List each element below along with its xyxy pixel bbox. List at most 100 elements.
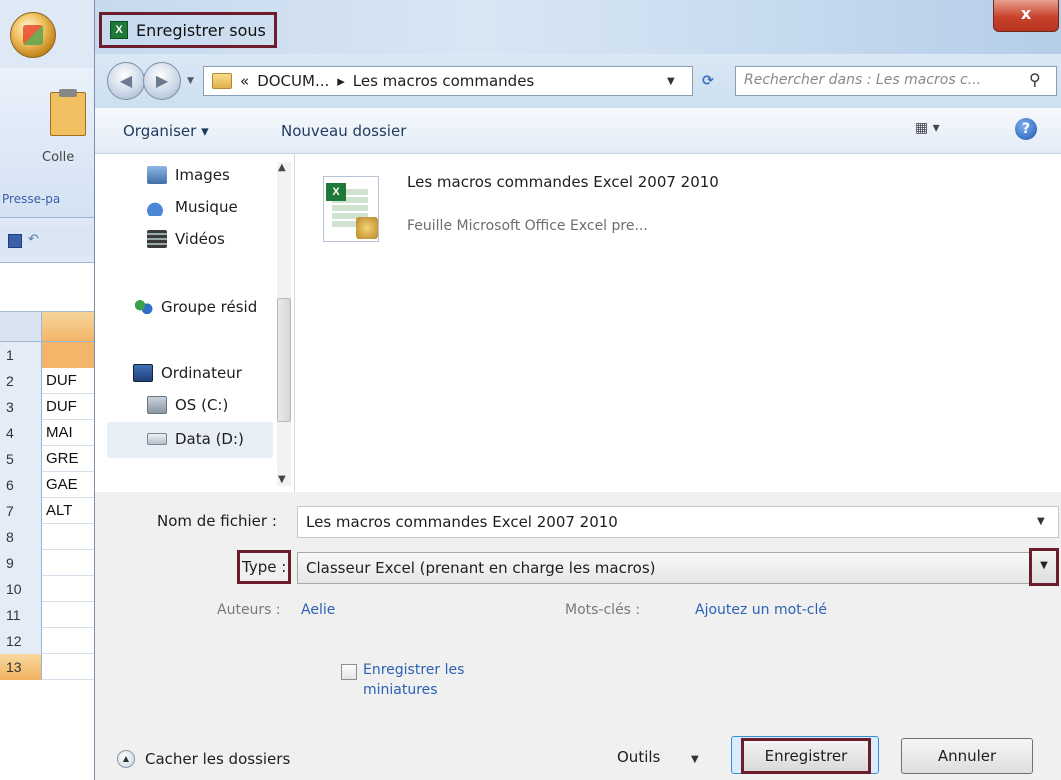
breadcrumb[interactable]: « DOCUM... ▸ Les macros commandes [203, 66, 693, 96]
nav-item-label: Groupe résid [161, 298, 258, 316]
tags-label: Mots-clés : [565, 602, 641, 618]
cancel-button[interactable]: Annuler [901, 738, 1033, 774]
column-header[interactable] [42, 312, 100, 342]
chevron-down-icon[interactable]: ▼ [667, 76, 675, 87]
forward-button[interactable]: ▶ [143, 62, 181, 100]
tools-button[interactable]: Outils [617, 748, 660, 766]
scroll-up-icon[interactable]: ▲ [278, 162, 286, 173]
dialog-title: Enregistrer sous [136, 20, 266, 40]
cell[interactable]: DUF [46, 394, 77, 420]
row-header[interactable]: 3 [0, 394, 42, 420]
homegroup-icon [133, 298, 153, 316]
save-icon[interactable] [8, 234, 22, 248]
formula-bar[interactable] [0, 262, 100, 312]
row-header[interactable]: 9 [0, 550, 42, 576]
view-options-icon[interactable]: ▦ ▾ [915, 120, 955, 142]
new-folder-button[interactable]: Nouveau dossier [281, 122, 406, 140]
cell[interactable]: GRE [46, 446, 79, 472]
table-row: 1 [0, 342, 100, 368]
cell[interactable]: DUF [46, 368, 77, 394]
table-row: 9 [0, 550, 100, 576]
row-header[interactable]: 6 [0, 472, 42, 498]
music-icon [147, 198, 167, 216]
save-thumbnails-checkbox[interactable] [341, 664, 357, 680]
row-header[interactable]: 2 [0, 368, 42, 394]
excel-icon: X [110, 21, 128, 39]
recent-locations-dropdown-icon[interactable]: ▼ [187, 76, 194, 86]
row-header-selected[interactable]: 13 [0, 654, 42, 680]
row-header[interactable]: 1 [0, 342, 42, 368]
row-header[interactable]: 7 [0, 498, 42, 524]
authors-label: Auteurs : [217, 602, 281, 618]
office-button[interactable] [10, 12, 56, 58]
chevron-down-icon[interactable]: ▼ [1037, 516, 1045, 527]
cell[interactable]: ALT [46, 498, 72, 524]
filename-input[interactable]: Les macros commandes Excel 2007 2010 [297, 506, 1059, 538]
nav-item-label: OS (C:) [175, 396, 229, 414]
table-row: 11 [0, 602, 100, 628]
search-icon[interactable]: ⚲ [1029, 70, 1049, 90]
file-type-select[interactable]: Classeur Excel (prenant en charge les ma… [297, 552, 1033, 584]
clipboard-group-label: Presse-pa [2, 192, 61, 206]
nav-item-os-drive[interactable]: OS (C:) [147, 396, 228, 414]
save-thumbnails-label[interactable]: Enregistrer les miniatures [363, 660, 513, 700]
tags-field[interactable]: Ajoutez un mot-clé [695, 602, 827, 618]
paste-icon[interactable] [50, 89, 86, 136]
nav-item-music[interactable]: Musique [147, 198, 238, 216]
hide-folders-button[interactable]: ▲ Cacher les dossiers [117, 750, 290, 768]
table-row: 10 [0, 576, 100, 602]
nav-item-label: Musique [175, 198, 238, 216]
table-row: 5 GRE [0, 446, 100, 472]
back-button[interactable]: ◀ [107, 62, 145, 100]
nav-item-videos[interactable]: Vidéos [147, 230, 225, 248]
row-header[interactable]: 12 [0, 628, 42, 654]
filename-label: Nom de fichier : [157, 512, 277, 530]
table-row: 3 DUF [0, 394, 100, 420]
nav-item-label: Images [175, 166, 230, 184]
nav-scrollbar[interactable]: ▲ ▼ [277, 162, 291, 486]
table-row: 8 [0, 524, 100, 550]
address-bar: ◀ ▶ ▼ « DOCUM... ▸ Les macros commandes … [95, 54, 1061, 108]
nav-item-label: Ordinateur [161, 364, 242, 382]
chevron-up-icon: ▲ [117, 750, 135, 768]
quick-access-toolbar: ↶ [0, 226, 100, 256]
table-row: 13 [0, 654, 100, 680]
row-header[interactable]: 5 [0, 446, 42, 472]
select-all-corner[interactable] [0, 312, 42, 342]
scroll-down-icon[interactable]: ▼ [278, 474, 286, 485]
breadcrumb-separator-icon[interactable]: ▸ [337, 72, 345, 90]
chevron-down-icon[interactable]: ▼ [1029, 548, 1059, 586]
folder-icon [212, 73, 232, 89]
save-button[interactable]: Enregistrer [741, 738, 871, 774]
cell[interactable] [42, 342, 96, 368]
cell[interactable]: GAE [46, 472, 78, 498]
organise-button[interactable]: Organiser ▾ [123, 122, 209, 140]
excel-file-icon: X [323, 176, 379, 242]
nav-item-images[interactable]: Images [147, 166, 230, 184]
list-item[interactable]: X Les macros commandes Excel 2007 2010 F… [323, 172, 723, 258]
undo-icon[interactable]: ↶ [28, 232, 39, 247]
type-label: Type : [237, 550, 292, 584]
row-header[interactable]: 10 [0, 576, 42, 602]
breadcrumb-item-current[interactable]: Les macros commandes [353, 72, 534, 90]
paste-label: Colle [42, 150, 75, 165]
macro-badge-icon [356, 217, 378, 239]
nav-item-data-drive[interactable]: Data (D:) [147, 430, 244, 448]
nav-item-homegroup[interactable]: Groupe résid [133, 298, 257, 316]
computer-icon [133, 364, 153, 382]
close-button[interactable]: x [993, 0, 1059, 32]
refresh-icon[interactable]: ⟳ [693, 66, 723, 96]
cell[interactable]: MAI [46, 420, 73, 446]
authors-field[interactable]: Aelie [301, 602, 335, 618]
excel-window-background: Colle Presse-pa ↶ 1 2 DUF 3 DUF 4 MAI 5 … [0, 0, 100, 780]
row-header[interactable]: 4 [0, 420, 42, 446]
row-header[interactable]: 11 [0, 602, 42, 628]
search-input[interactable]: Rechercher dans : Les macros c... [735, 66, 1057, 96]
help-icon[interactable]: ? [1015, 118, 1037, 140]
nav-item-computer[interactable]: Ordinateur [133, 364, 242, 382]
breadcrumb-overflow[interactable]: « [240, 72, 249, 90]
breadcrumb-item-documents[interactable]: DOCUM... [257, 72, 329, 90]
row-header[interactable]: 8 [0, 524, 42, 550]
scrollbar-thumb[interactable] [277, 298, 291, 422]
chevron-down-icon[interactable]: ▼ [691, 754, 699, 765]
